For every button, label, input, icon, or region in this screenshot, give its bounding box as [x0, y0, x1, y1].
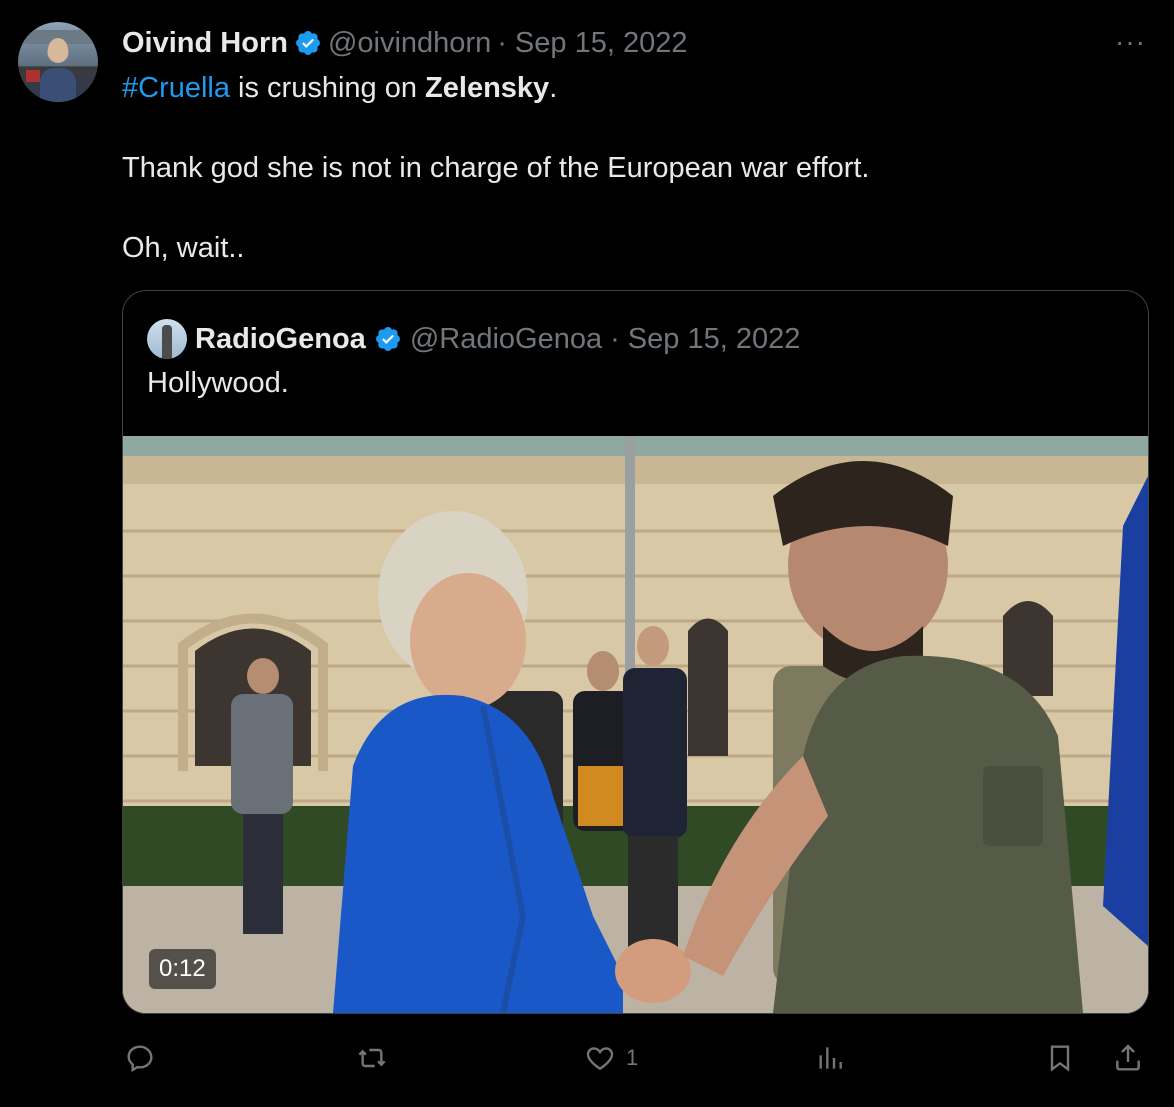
views-icon: [819, 1047, 842, 1069]
retweet-button[interactable]: [356, 1036, 388, 1080]
tweet-line-3: Oh, wait..: [122, 232, 245, 264]
tweet-text-part: is crushing on: [230, 72, 426, 104]
tweet-card[interactable]: Oivind Horn @oivindhorn · Sep 15, 2022 ·…: [0, 0, 1174, 1107]
bookmark-icon: [1050, 1045, 1070, 1072]
share-button[interactable]: [1112, 1036, 1144, 1080]
tweet-line-1: #Cruella is crushing on Zelensky.: [122, 68, 1142, 108]
action-bar: 1: [122, 1036, 1152, 1080]
reply-icon: [127, 1045, 153, 1073]
quote-author-handle[interactable]: @RadioGenoa: [410, 323, 602, 356]
quote-header: RadioGenoa @RadioGenoa · Sep 15, 2022: [147, 319, 800, 359]
bold-word: Zelensky: [425, 72, 550, 104]
reply-button[interactable]: [124, 1036, 156, 1080]
quoted-tweet[interactable]: RadioGenoa @RadioGenoa · Sep 15, 2022 Ho…: [122, 290, 1149, 1014]
author-avatar[interactable]: [18, 22, 98, 102]
more-icon[interactable]: ···: [1115, 26, 1146, 58]
bookmark-button[interactable]: [1044, 1036, 1076, 1080]
quote-author-name[interactable]: RadioGenoa: [195, 323, 366, 356]
tweet-date[interactable]: · Sep 15, 2022: [497, 27, 687, 60]
verified-badge-icon: [295, 31, 320, 55]
video-frame: [123, 436, 1148, 1013]
video-duration-badge: 0:12: [149, 949, 216, 989]
author-handle[interactable]: @oivindhorn: [328, 27, 491, 60]
tweet-text: #Cruella is crushing on Zelensky. Thank …: [122, 68, 1142, 308]
like-button[interactable]: 1: [584, 1036, 638, 1080]
tweet-line-2: Thank god she is not in charge of the Eu…: [122, 152, 870, 184]
like-icon: [586, 1047, 614, 1071]
retweet-icon: [358, 1048, 386, 1068]
quote-date[interactable]: · Sep 15, 2022: [610, 323, 800, 356]
tweet-header: Oivind Horn @oivindhorn · Sep 15, 2022: [122, 26, 687, 60]
author-name[interactable]: Oivind Horn: [122, 27, 288, 60]
share-icon: [1116, 1044, 1140, 1071]
tweet-text-part: .: [549, 72, 558, 104]
quote-text: Hollywood.: [147, 367, 289, 399]
verified-badge-icon: [375, 327, 400, 351]
views-button[interactable]: [814, 1036, 846, 1080]
like-count: 1: [626, 1045, 639, 1070]
hashtag-link[interactable]: #Cruella: [122, 72, 230, 104]
quote-author-avatar[interactable]: [147, 319, 187, 359]
video-player[interactable]: 0:12: [123, 436, 1148, 1013]
